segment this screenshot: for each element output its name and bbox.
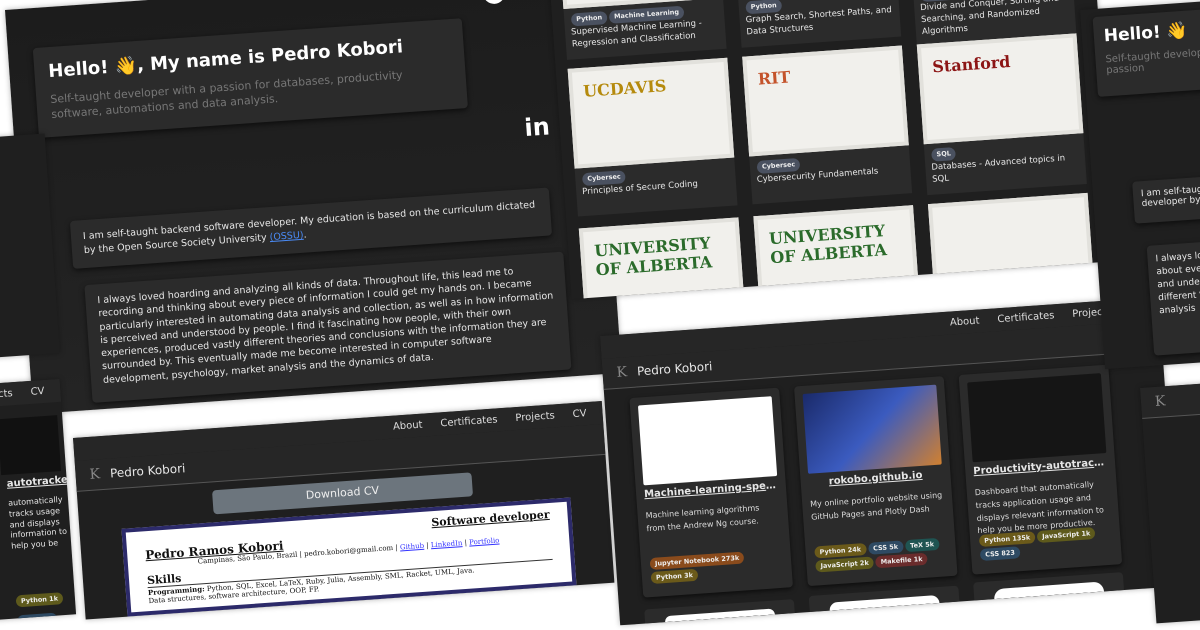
github-icon: [664, 608, 775, 623]
project-desc: automatically tracks usage and displays …: [7, 494, 68, 551]
certificate-card[interactable]: Stanford SQL Databases - Advanced topics i…: [916, 33, 1087, 195]
certificate-title: [941, 297, 1089, 299]
project-thumbnail: [637, 396, 778, 486]
cv-linkedin-link[interactable]: LinkedIn: [431, 539, 463, 549]
language-tag: Jupyter Notebook 273k: [649, 551, 745, 571]
nav-certificates[interactable]: Certificates: [440, 414, 498, 429]
nav-projects[interactable]: Projects: [0, 388, 13, 402]
certificate-logo: [932, 197, 1085, 228]
certificate-logo: RIT: [757, 67, 792, 89]
language-tag: JavaScript 2k: [815, 556, 875, 573]
tags: Python 1k CSS 823: [14, 583, 76, 626]
github-icon: [993, 581, 1105, 600]
autotracker-thumb: [0, 415, 62, 476]
logo-icon: K: [89, 466, 101, 483]
certificate-image: UCDAVIS: [567, 57, 735, 169]
ossu-link[interactable]: (OSSU): [269, 230, 304, 243]
nav-about[interactable]: About: [950, 316, 980, 329]
language-tags: Jupyter Notebook 273kPython 3k: [649, 548, 785, 585]
tagline: Self-taught developer with a passion: [1105, 44, 1200, 77]
top-nav: Projects CV: [0, 378, 62, 413]
project-card[interactable]: Productivity-autotracker Dashboard that a…: [958, 364, 1123, 575]
nav-projects[interactable]: Projects: [515, 410, 555, 424]
tag: CSS 823: [17, 612, 58, 626]
certificate-tag: Python: [570, 11, 608, 27]
greeting-heading: Hello! 👋: [1103, 20, 1189, 47]
hero-card: Hello! 👋 Self-taught developer with a pa…: [1092, 3, 1200, 97]
brand-name[interactable]: Pedro Kobori: [110, 461, 186, 480]
intro-text: I am self-taught backend software develo…: [82, 199, 536, 257]
linkedin-icon[interactable]: in: [524, 112, 551, 142]
certificate-image: [927, 192, 1095, 300]
certificate-card[interactable]: Python Graph Search, Shortest Paths, and …: [731, 0, 902, 48]
certificate-image: RIT: [742, 45, 909, 157]
intro-end: .: [303, 229, 307, 241]
brand-name[interactable]: Pedro Kobori: [637, 359, 713, 378]
cv-panel: About Certificates Projects CV K Pedro Ko…: [73, 401, 615, 620]
certificate-card[interactable]: RIT Cybersec Cybersecurity Fundamentals: [742, 45, 913, 205]
language-tag: Makefile 1k: [875, 552, 929, 569]
cv-github-link[interactable]: Github: [400, 542, 425, 552]
project-card[interactable]: Machine-learning-specialization Machine l…: [629, 387, 793, 598]
language-tag: TeX 5k: [904, 537, 940, 553]
language-tag: JavaScript 1k: [1036, 526, 1096, 543]
language-tag: Python 24k: [814, 542, 867, 559]
github-icon: [829, 594, 940, 611]
story-card: I always loved hoarding and analyzing al…: [84, 251, 572, 403]
nav-about[interactable]: About: [393, 420, 423, 433]
language-tags: Python 24k CSS 5k TeX 5k JavaScript 2k Makef…: [813, 536, 949, 573]
story-card: I always loved hoarding and thinking abo…: [1146, 231, 1200, 356]
project-thumbnail: [967, 373, 1107, 463]
certificate-logo: Stanford: [931, 52, 1011, 77]
project-description: My online portfolio website using GitHub…: [809, 490, 943, 522]
logo-icon: K: [1154, 393, 1167, 410]
project-card[interactable]: rokobo.github.io My online portfolio webs…: [794, 376, 958, 587]
story-text: I always loved hoarding and analyzing al…: [97, 266, 554, 386]
nav-certificates[interactable]: Certificates: [997, 310, 1055, 325]
github-project-card[interactable]: [808, 585, 960, 613]
language-tag: CSS 823: [979, 546, 1021, 561]
certificate-logo: UNIVERSITY OF ALBERTA: [593, 233, 713, 280]
language-tag: Python 135k: [978, 531, 1036, 548]
certificates-panel: Python Machine Learning Supervised Machine…: [548, 0, 1116, 300]
language-tag: CSS 5k: [867, 540, 904, 555]
certificate-card[interactable]: UNIVERSITY OF ALBERTA: [578, 217, 749, 300]
certificate-image: Stanford: [916, 33, 1084, 145]
about-panel: Hello! 👋, My name is Pedro Kobori Self-t…: [5, 0, 622, 415]
certificate-logo: UCDAVIS: [582, 76, 667, 101]
github-icon[interactable]: [482, 0, 506, 5]
certificate-logo: UNIVERSITY OF ALBERTA: [768, 221, 888, 268]
nav-cv[interactable]: CV: [572, 408, 587, 420]
certificate-card[interactable]: [927, 192, 1098, 300]
tag: Python 1k: [15, 592, 64, 608]
certificate-card[interactable]: UNIVERSITY OF ALBERTA: [753, 205, 923, 300]
hero-card: Hello! 👋, My name is Pedro Kobori Self-t…: [32, 18, 468, 138]
github-project-card[interactable]: [644, 599, 795, 624]
certificate-image: UNIVERSITY OF ALBERTA: [753, 205, 920, 300]
projects-panel: About Certificates Projects CV KPedro Ko…: [600, 296, 1179, 626]
certificate-card[interactable]: UCDAVIS Cybersec Principles of Secure Codi…: [567, 57, 738, 217]
project-title[interactable]: autotracker: [6, 474, 73, 490]
certificate-image: UNIVERSITY OF ALBERTA: [578, 217, 746, 300]
logo-icon: K: [616, 364, 628, 381]
brand-bar: K: [1140, 381, 1200, 419]
cv-portfolio-link[interactable]: Portfolio: [469, 537, 500, 547]
certificate-card[interactable]: Python Machine Learning Supervised Machine…: [556, 0, 727, 60]
project-thumbnail: [802, 384, 942, 474]
intro-card: I am self-taught backend software develo…: [1132, 167, 1200, 224]
nav-cv[interactable]: CV: [30, 386, 45, 398]
certificate-title: Divide and Conquer, Sorting and Searchin…: [919, 0, 1060, 37]
projects-panel-partial-left: Projects CV autotracker automatically tra…: [0, 378, 77, 626]
github-project-card[interactable]: [973, 572, 1124, 601]
cv-document: Software developer Pedro Ramos Kobori Ca…: [121, 497, 577, 618]
certificate-tag: SQL: [931, 147, 957, 162]
language-tag: Python 3k: [650, 568, 699, 585]
project-description: Machine learning algorithms from the And…: [645, 503, 760, 534]
